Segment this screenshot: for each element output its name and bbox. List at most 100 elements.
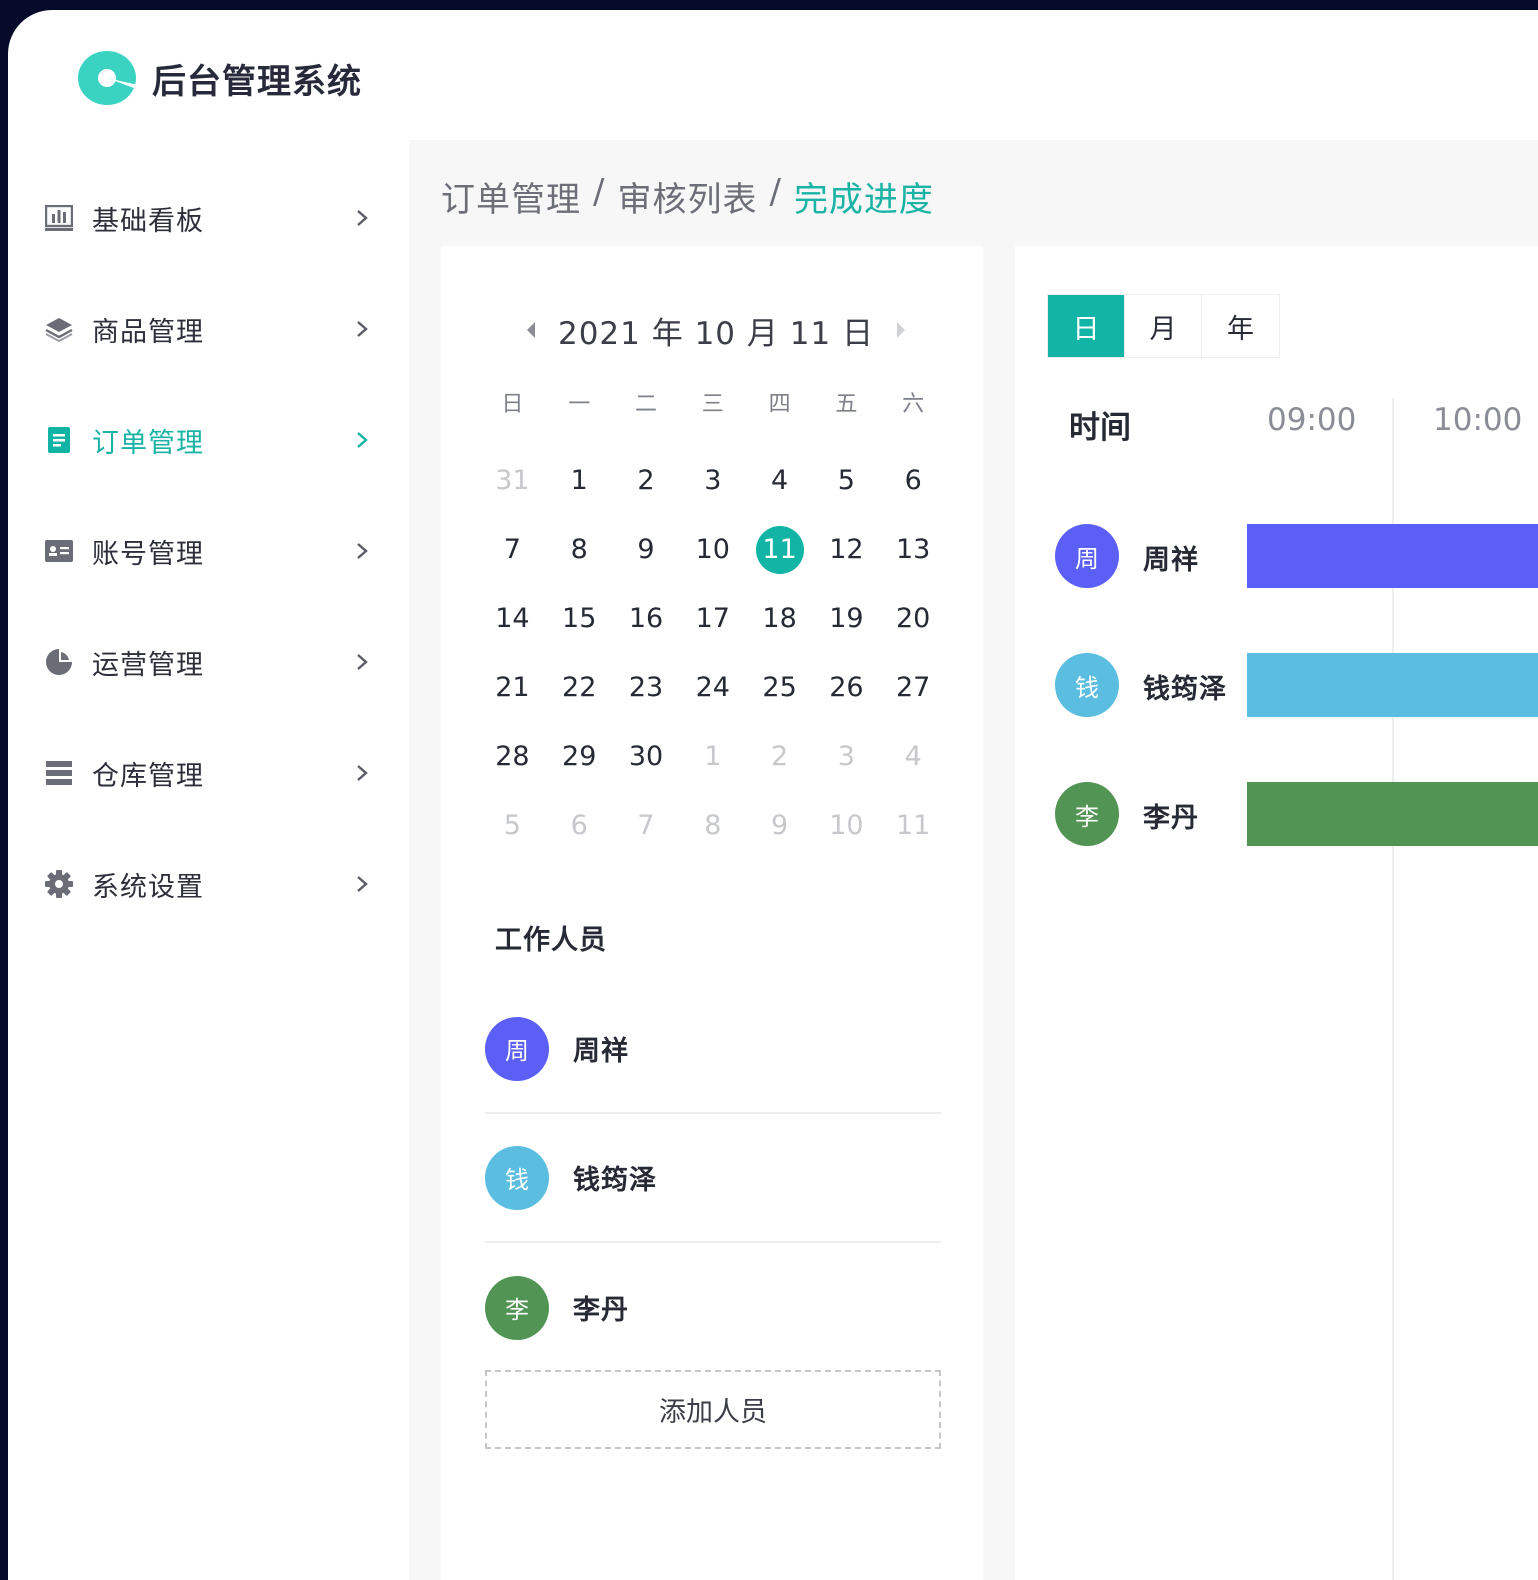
worker-item[interactable]: 周 周祥 xyxy=(485,985,941,1114)
schedule-row: 周 周祥 xyxy=(1055,524,1538,588)
calendar-day[interactable]: 23 xyxy=(613,653,680,722)
calendar-day[interactable]: 6 xyxy=(880,446,947,515)
sidebar-item-label: 运营管理 xyxy=(92,649,204,681)
calendar-day[interactable]: 26 xyxy=(813,653,880,722)
avatar: 周 xyxy=(1055,524,1119,588)
calendar-day[interactable]: 24 xyxy=(679,653,746,722)
calendar-day[interactable]: 9 xyxy=(613,515,680,584)
worker-name: 钱筠泽 xyxy=(1143,674,1227,705)
calendar-day[interactable]: 15 xyxy=(546,584,613,653)
calendar-day-number: 27 xyxy=(896,672,931,703)
id-card-icon xyxy=(44,536,74,566)
calendar-day-number: 2 xyxy=(637,465,655,496)
calendar-day[interactable]: 8 xyxy=(546,515,613,584)
worker-name: 钱筠泽 xyxy=(573,1165,657,1196)
worker-item[interactable]: 李 李丹 xyxy=(485,1243,941,1372)
sidebar-item-orders[interactable]: 订单管理 xyxy=(44,410,374,470)
calendar-day[interactable]: 10 xyxy=(679,515,746,584)
app-logo[interactable]: 后台管理系统 xyxy=(78,48,362,108)
worker-item[interactable]: 钱 钱筠泽 xyxy=(485,1114,941,1243)
calendar-day[interactable]: 1 xyxy=(679,722,746,791)
schedule-bar[interactable] xyxy=(1247,524,1538,588)
calendar-day[interactable]: 25 xyxy=(746,653,813,722)
pie-chart-icon xyxy=(44,647,74,677)
avatar: 李 xyxy=(485,1275,549,1340)
calendar-day[interactable]: 29 xyxy=(546,722,613,791)
calendar-panel: 2021 年 10 月 11 日 日 一 二 三 四 五 六 31 1 2 3 4 5 6 7… xyxy=(441,246,983,1580)
breadcrumb: 订单管理 / 审核列表 / 完成进度 xyxy=(441,172,934,221)
sidebar-item-dashboard[interactable]: 基础看板 xyxy=(44,188,374,248)
schedule-bar[interactable] xyxy=(1247,782,1538,846)
calendar-day-number: 12 xyxy=(829,534,864,565)
calendar-day-number: 5 xyxy=(837,465,855,496)
calendar-day[interactable]: 18 xyxy=(746,584,813,653)
calendar-day[interactable]: 10 xyxy=(813,791,880,860)
calendar-day[interactable]: 13 xyxy=(880,515,947,584)
weekday-label: 六 xyxy=(902,392,925,417)
prev-month-icon[interactable] xyxy=(521,318,541,342)
calendar-day[interactable]: 5 xyxy=(813,446,880,515)
avatar: 李 xyxy=(1055,782,1119,846)
chevron-right-icon xyxy=(357,321,368,337)
schedule-bar[interactable] xyxy=(1247,653,1538,717)
calendar-day[interactable]: 6 xyxy=(546,791,613,860)
add-worker-button[interactable]: 添加人员 xyxy=(485,1370,941,1449)
calendar-day[interactable]: 14 xyxy=(479,584,546,653)
calendar-day[interactable]: 19 xyxy=(813,584,880,653)
tab-year[interactable]: 年 xyxy=(1202,295,1279,357)
calendar-day-number: 10 xyxy=(829,810,864,841)
calendar-day[interactable]: 11 xyxy=(880,791,947,860)
calendar-day[interactable]: 4 xyxy=(880,722,947,791)
calendar-day-number: 31 xyxy=(495,465,530,496)
calendar-day[interactable]: 12 xyxy=(813,515,880,584)
calendar-day[interactable]: 27 xyxy=(880,653,947,722)
sidebar-item-products[interactable]: 商品管理 xyxy=(44,299,374,359)
calendar-day[interactable]: 9 xyxy=(746,791,813,860)
calendar-day[interactable]: 3 xyxy=(679,446,746,515)
calendar-day-number: 23 xyxy=(628,672,664,703)
gear-icon xyxy=(44,869,74,899)
calendar-day[interactable]: 22 xyxy=(546,653,613,722)
calendar-day[interactable]: 31 xyxy=(479,446,546,515)
calendar-day-selected[interactable]: 11 xyxy=(746,515,813,584)
sidebar-item-settings[interactable]: 系统设置 xyxy=(44,854,374,914)
calendar-day-number: 1 xyxy=(704,741,722,772)
calendar-day[interactable]: 7 xyxy=(613,791,680,860)
calendar-day[interactable]: 21 xyxy=(479,653,546,722)
next-month-icon[interactable] xyxy=(891,318,911,342)
calendar-day[interactable]: 16 xyxy=(613,584,680,653)
calendar-header: 2021 年 10 月 11 日 xyxy=(521,306,911,354)
chevron-right-icon xyxy=(357,765,368,781)
tab-day[interactable]: 日 xyxy=(1048,295,1125,357)
calendar-days: 31 1 2 3 4 5 6 7 8 9 10 11 12 13 14 15 16 17 18 19 20 21 22 23 2… xyxy=(479,446,947,860)
breadcrumb-separator: / xyxy=(593,172,606,212)
calendar-day[interactable]: 7 xyxy=(479,515,546,584)
sidebar-item-warehouse[interactable]: 仓库管理 xyxy=(44,743,374,803)
calendar-day[interactable]: 1 xyxy=(546,446,613,515)
sidebar-item-operations[interactable]: 运营管理 xyxy=(44,632,374,692)
breadcrumb-item-review-list[interactable]: 审核列表 xyxy=(617,172,757,221)
calendar-day[interactable]: 17 xyxy=(679,584,746,653)
calendar-day[interactable]: 2 xyxy=(746,722,813,791)
calendar-day[interactable]: 30 xyxy=(613,722,680,791)
chevron-right-icon xyxy=(357,876,368,892)
tab-month[interactable]: 月 xyxy=(1125,295,1202,357)
calendar-day[interactable]: 28 xyxy=(479,722,546,791)
chevron-right-icon xyxy=(357,210,368,226)
calendar-day[interactable]: 4 xyxy=(746,446,813,515)
calendar-day[interactable]: 3 xyxy=(813,722,880,791)
sidebar-item-label: 仓库管理 xyxy=(92,760,204,792)
calendar-day[interactable]: 5 xyxy=(479,791,546,860)
layers-icon xyxy=(44,314,74,344)
calendar-day[interactable]: 8 xyxy=(679,791,746,860)
breadcrumb-item-orders[interactable]: 订单管理 xyxy=(441,172,581,221)
sidebar-item-label: 系统设置 xyxy=(92,871,204,903)
calendar-day-number: 17 xyxy=(695,603,730,634)
calendar-day[interactable]: 2 xyxy=(613,446,680,515)
calendar-weekdays: 日 一 二 三 四 五 六 xyxy=(479,386,947,418)
calendar-day-number: 6 xyxy=(904,465,922,496)
sidebar-item-accounts[interactable]: 账号管理 xyxy=(44,521,374,581)
schedule-row: 李 李丹 xyxy=(1055,782,1538,846)
calendar-day[interactable]: 20 xyxy=(880,584,947,653)
calendar-day-number: 9 xyxy=(637,534,655,565)
